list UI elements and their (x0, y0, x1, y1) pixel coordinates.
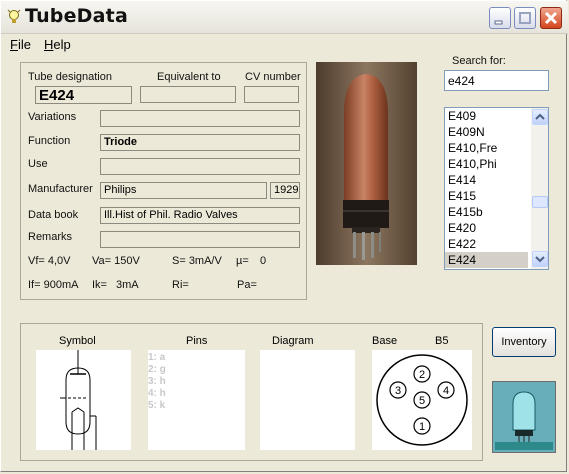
tube-list-scrollbar[interactable] (531, 108, 548, 269)
spec-ik: Ik= (92, 279, 107, 291)
pin-line: 3: h (148, 376, 166, 387)
spec-mu: µ= (236, 255, 249, 267)
minimize-icon (494, 20, 503, 25)
base-type-label: B5 (435, 335, 449, 347)
menu-help[interactable]: Help (44, 37, 71, 52)
spec-if: If= 900mA (28, 279, 79, 291)
tube-photo-image (316, 62, 417, 265)
cv-number-field[interactable] (244, 86, 299, 103)
diagram-label: Diagram (272, 335, 314, 347)
title-bar: TubeData (1, 1, 568, 34)
tube-list-item[interactable]: E415b (445, 204, 528, 220)
variations-field[interactable] (100, 110, 300, 127)
tube-list-item[interactable]: E409N (445, 124, 528, 140)
tube-photo (316, 62, 417, 265)
variations-label: Variations (28, 111, 77, 123)
close-icon (544, 11, 558, 25)
year-field[interactable]: 1929 (270, 182, 300, 199)
app-window: TubeData File Help Tube designation Equi… (0, 0, 568, 472)
triode-symbol-drawing (60, 350, 97, 450)
pin-line: 5: k (148, 400, 166, 411)
window-title: TubeData (25, 5, 128, 27)
tube-list-item[interactable]: E410,Fre (445, 140, 528, 156)
spec-ri: Ri= (172, 279, 189, 291)
pin-line: 1: a (148, 352, 166, 363)
close-button[interactable] (540, 7, 562, 29)
spec-ik-value: 3mA (116, 279, 139, 291)
function-field[interactable]: Triode (100, 134, 300, 151)
tube-thumbnail-image (493, 382, 555, 452)
tube-list-item[interactable]: E410,Phi (445, 156, 528, 172)
tube-designation-field[interactable]: E424 (35, 86, 132, 104)
tube-list[interactable]: E409 E409N E410,Fre E410,Phi E414 E415 E415b E4… (444, 107, 549, 270)
tube-list-item[interactable]: E415 (445, 188, 528, 204)
base-pin-label: 1 (419, 421, 425, 433)
manufacturer-field[interactable]: Philips (100, 182, 267, 199)
tube-list-item[interactable]: E420 (445, 220, 528, 236)
data-book-field[interactable]: Ill.Hist of Phil. Radio Valves (100, 207, 300, 224)
base-pin-label: 5 (419, 395, 425, 407)
use-field[interactable] (100, 158, 300, 175)
equivalent-to-label: Equivalent to (157, 71, 221, 83)
base-pin-label: 2 (419, 369, 425, 381)
function-label: Function (28, 135, 71, 147)
base-label: Base (372, 335, 398, 347)
menu-file[interactable]: File (10, 37, 31, 52)
scroll-thumb[interactable] (532, 196, 548, 208)
tube-list-item[interactable]: E422 (445, 236, 528, 252)
search-input[interactable] (444, 70, 549, 91)
base-pin-label: 3 (395, 385, 401, 397)
tube-designation-label: Tube designation (28, 71, 112, 83)
scroll-down-icon (535, 256, 545, 263)
maximize-button[interactable] (514, 7, 536, 29)
data-book-label: Data book (28, 209, 79, 221)
scroll-up-button[interactable] (532, 109, 548, 125)
use-label: Use (28, 158, 48, 170)
menu-help-rest: elp (53, 37, 71, 52)
diagram-box (260, 350, 355, 450)
tube-list-item[interactable]: E414 (445, 172, 528, 188)
base-diagram-drawing: 1 2 3 4 5 (376, 354, 468, 446)
pin-line: 4: h (148, 388, 166, 399)
menu-bar: File Help (1, 34, 568, 54)
symbol-label: Symbol (59, 335, 96, 347)
remarks-field[interactable] (100, 231, 300, 248)
spec-pa: Pa= (237, 279, 257, 291)
spec-mu-value: 0 (260, 255, 267, 267)
inventory-button[interactable]: Inventory (492, 327, 556, 357)
remarks-label: Remarks (28, 231, 73, 243)
equivalent-to-field[interactable] (140, 86, 236, 103)
spec-vf: Vf= 4,0V (28, 255, 71, 267)
spec-va: Va= 150V (92, 255, 140, 267)
minimize-button[interactable] (489, 7, 511, 29)
tube-list-item[interactable]: E424 (445, 252, 528, 268)
pins-label: Pins (186, 335, 208, 347)
scroll-down-button[interactable] (532, 251, 548, 267)
menu-file-rest: ile (17, 37, 31, 52)
spec-s: S= 3mA/V (172, 255, 222, 267)
tube-thumbnail (492, 381, 556, 453)
search-label: Search for: (452, 55, 506, 67)
pin-lines: 1: a 2: g 3: h 4: h 5: k (148, 350, 245, 412)
manufacturer-label: Manufacturer (28, 183, 93, 195)
triode-symbol (36, 350, 131, 450)
maximize-icon (519, 12, 531, 24)
scroll-up-icon (535, 113, 545, 120)
cv-number-label: CV number (245, 71, 301, 83)
pins-list: 1: a 2: g 3: h 4: h 5: k (148, 350, 245, 450)
base-diagram: 1 2 3 4 5 (372, 350, 472, 450)
base-pin-label: 4 (443, 385, 449, 397)
lightbulb-icon (7, 9, 21, 23)
pin-line: 2: g (148, 364, 166, 375)
tube-list-item[interactable]: E409 (445, 108, 528, 124)
